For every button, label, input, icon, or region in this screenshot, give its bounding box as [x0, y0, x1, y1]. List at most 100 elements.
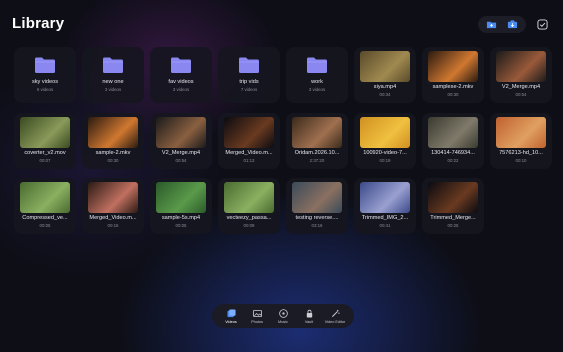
video-name: 100920-video-7...	[363, 150, 407, 156]
photos-icon	[252, 309, 262, 317]
folder-count: 3 videos	[308, 87, 326, 92]
video-thumbnail	[156, 117, 206, 148]
video-name: 130414-746934...	[431, 150, 475, 156]
video-tile[interactable]: sample-5s.mp4 00:05	[150, 178, 212, 234]
toolbar-pill	[478, 16, 526, 33]
video-tile[interactable]: Merged_Video.m... 00:16	[82, 178, 144, 234]
video-thumbnail	[224, 117, 274, 148]
folder-count: 3 videos	[172, 87, 190, 92]
video-duration: 00:54	[175, 158, 187, 163]
video-thumbnail	[428, 51, 478, 82]
video-tile[interactable]: Compressed_ve... 00:05	[14, 178, 76, 234]
folder-icon	[35, 57, 55, 73]
folder-name: sky videos	[31, 79, 59, 85]
video-name: vecteezy_passa...	[226, 215, 272, 221]
dock-item-videos[interactable]: Videos	[218, 308, 244, 324]
folder-tile[interactable]: fav videos 3 videos	[150, 47, 212, 103]
video-name: Oridam.2026.10...	[294, 150, 340, 156]
video-name: sample-2.mkv	[95, 150, 131, 156]
video-duration: 00:25	[447, 223, 459, 228]
folder-name: work	[311, 79, 323, 85]
folder-tile[interactable]: trip vids 7 videos	[218, 47, 280, 103]
folder-tile[interactable]: new one 3 videos	[82, 47, 144, 103]
folder-name: new one	[102, 79, 124, 85]
video-duration: 00:54	[515, 92, 527, 97]
video-thumbnail	[20, 182, 70, 213]
folder-name: fav videos	[168, 79, 194, 85]
video-thumbnail	[360, 51, 410, 82]
video-duration: 00:30	[447, 92, 459, 97]
video-tile[interactable]: Merged_Video.m... 01:13	[218, 113, 280, 169]
video-name: sample-5s.mp4	[161, 215, 201, 221]
video-tile[interactable]: coverter_v2.mov 00:07	[14, 113, 76, 169]
add-folder-icon[interactable]	[486, 19, 497, 30]
video-name: coverter_v2.mov	[24, 150, 66, 156]
videos-icon	[226, 308, 236, 317]
video-thumbnail	[156, 182, 206, 213]
video-name: Merged_Video.m...	[225, 150, 273, 156]
video-thumbnail	[428, 182, 478, 213]
dock-label: Music	[278, 319, 288, 324]
video-duration: 00:16	[107, 223, 119, 228]
select-button[interactable]	[534, 16, 551, 33]
page-title: Library	[12, 15, 65, 32]
video-tile[interactable]: Trimmed_IMG_2... 00:41	[354, 178, 416, 234]
video-duration: 00:34	[379, 92, 391, 97]
video-thumbnail	[428, 117, 478, 148]
video-tile[interactable]: samplese-2.mkv 00:30	[422, 47, 484, 103]
music-icon	[278, 308, 288, 318]
video-name: siya.mp4	[373, 84, 397, 90]
folder-tile[interactable]: work 3 videos	[286, 47, 348, 103]
folder-name: trip vids	[239, 79, 259, 85]
video-tile[interactable]: V2_Merge.mp4 00:54	[490, 47, 552, 103]
video-duration: 03:16	[311, 223, 323, 228]
dock-item-music[interactable]: Music	[270, 308, 296, 324]
video-tile[interactable]: V2_Merge.mp4 00:54	[150, 113, 212, 169]
folder-icon	[239, 57, 259, 73]
video-name: V2_Merge.mp4	[501, 84, 541, 90]
video-tile[interactable]: siya.mp4 00:34	[354, 47, 416, 103]
video-tile[interactable]: 130414-746934... 00:22	[422, 113, 484, 169]
video-thumbnail	[292, 117, 342, 148]
video-name: 7576213-hd_10...	[499, 150, 543, 156]
video-duration: 00:07	[39, 158, 51, 163]
dock-label: Photos	[251, 319, 263, 324]
import-icon[interactable]	[507, 19, 518, 30]
dock-label: Video Editor	[324, 319, 346, 324]
video-duration: 01:13	[243, 158, 255, 163]
top-actions	[478, 16, 551, 33]
video-name: Compressed_ve...	[22, 215, 68, 221]
dock-item-video-editor[interactable]: Video Editor	[322, 309, 348, 324]
video-tile[interactable]: Trimmed_Merge... 00:25	[422, 178, 484, 234]
video-tile[interactable]: 100920-video-7... 00:19	[354, 113, 416, 169]
video-editor-icon	[331, 309, 340, 317]
video-name: Trimmed_Merge...	[430, 215, 476, 221]
video-duration: 00:05	[39, 223, 51, 228]
dock-item-vault[interactable]: Vault	[296, 309, 322, 324]
folder-icon	[171, 57, 191, 73]
video-name: Trimmed_IMG_2...	[361, 215, 409, 221]
video-thumbnail	[88, 182, 138, 213]
video-tile[interactable]: 7576213-hd_10... 00:10	[490, 113, 552, 169]
folder-tile[interactable]: sky videos 6 videos	[14, 47, 76, 103]
video-duration: 00:22	[447, 158, 459, 163]
video-duration: 00:09	[243, 223, 255, 228]
video-thumbnail	[496, 117, 546, 148]
video-thumbnail	[292, 182, 342, 213]
video-duration: 2:37:20	[309, 158, 325, 163]
video-tile[interactable]: vecteezy_passa... 00:09	[218, 178, 280, 234]
folder-count: 6 videos	[36, 87, 54, 92]
video-tile[interactable]: Oridam.2026.10... 2:37:20	[286, 113, 348, 169]
folder-count: 7 videos	[240, 87, 258, 92]
video-thumbnail	[88, 117, 138, 148]
video-tile[interactable]: testing reverse.... 03:16	[286, 178, 348, 234]
dock-label: Vault	[304, 319, 314, 324]
dock-item-photos[interactable]: Photos	[244, 309, 270, 324]
video-thumbnail	[224, 182, 274, 213]
video-duration: 00:41	[379, 223, 391, 228]
video-tile[interactable]: sample-2.mkv 00:30	[82, 113, 144, 169]
video-name: samplese-2.mkv	[432, 84, 474, 90]
bottom-dock: Videos Photos Music Vault Video Editor	[212, 304, 354, 328]
checkmark-icon	[537, 19, 548, 30]
video-name: V2_Merge.mp4	[161, 150, 201, 156]
